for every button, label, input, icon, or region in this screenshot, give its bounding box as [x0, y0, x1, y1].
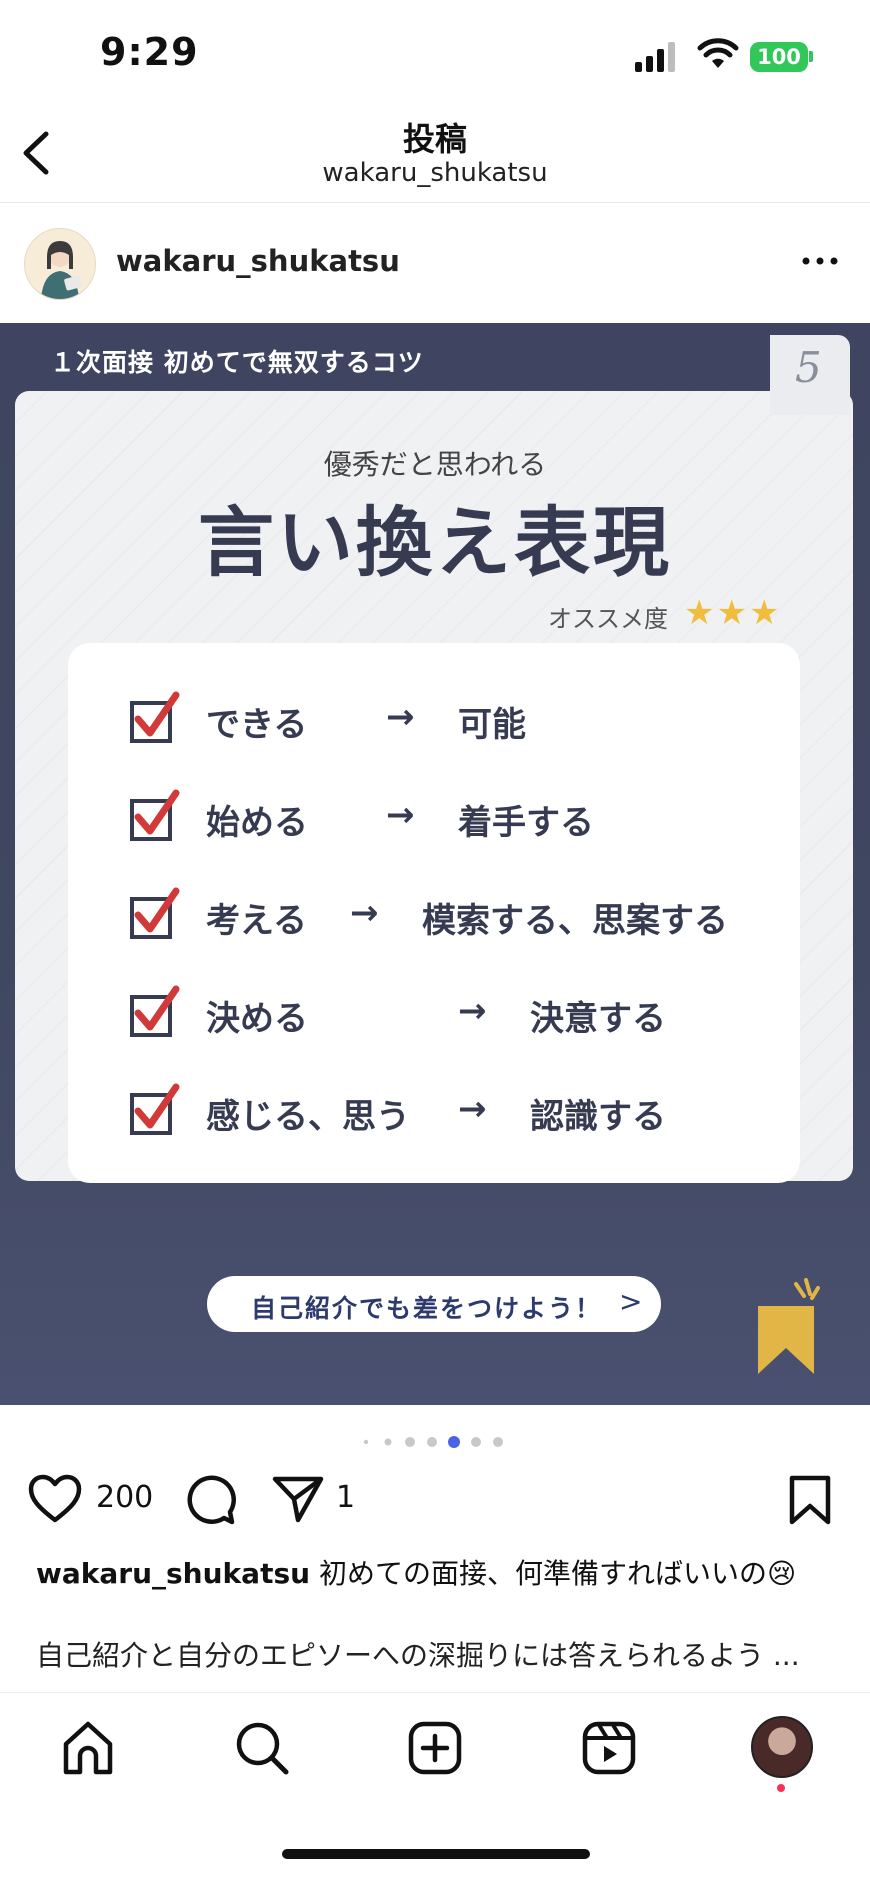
arrow-icon: →: [458, 991, 487, 1031]
caption: wakaru_shukatsu 初めての面接、何準備すればいいの😢: [36, 1552, 796, 1592]
battery-indicator: 100: [750, 42, 808, 72]
checkbox-checked-icon: [130, 691, 180, 743]
arrow-icon: →: [458, 1089, 487, 1129]
post-image[interactable]: １次面接 初めてで無双するコツ 5 優秀だと思われる 言い換え表現 オススメ度 …: [0, 323, 870, 1405]
carousel-dot: [471, 1437, 481, 1447]
save-bookmark-icon[interactable]: [788, 1474, 832, 1526]
like-heart-icon[interactable]: [28, 1474, 82, 1524]
item-to: 決意する: [530, 999, 666, 1039]
home-indicator: [282, 1849, 590, 1859]
item-from: 始める: [206, 803, 308, 843]
home-icon[interactable]: [58, 1718, 118, 1778]
recommend-label: オススメ度: [548, 605, 668, 633]
share-send-icon[interactable]: [272, 1474, 324, 1524]
search-icon[interactable]: [232, 1718, 292, 1778]
carousel-dot: [363, 1439, 369, 1445]
checkbox-checked-icon: [130, 1083, 180, 1135]
item-from: 考える: [206, 901, 307, 941]
more-options-icon[interactable]: [800, 246, 840, 276]
item-from: 感じる、思う: [206, 1097, 410, 1137]
profile-tab-avatar[interactable]: [751, 1716, 813, 1778]
carousel-dot: [427, 1437, 437, 1447]
create-post-icon[interactable]: [405, 1718, 465, 1778]
header-divider: [0, 202, 870, 203]
avatar-illustration-icon: [41, 241, 82, 299]
page-subtitle: wakaru_shukatsu: [322, 158, 548, 188]
caption-username[interactable]: wakaru_shukatsu: [36, 1557, 310, 1590]
item-to: 着手する: [458, 803, 594, 843]
post-title: 言い換え表現: [198, 498, 672, 587]
reels-icon[interactable]: [579, 1718, 639, 1778]
status-time: 9:29: [100, 30, 199, 74]
carousel-dot-active: [448, 1436, 460, 1448]
item-from: できる: [206, 705, 308, 745]
caption-second-line[interactable]: 自己紹介と自分のエピソーへの深掘りには答えられるよう ...: [36, 1634, 800, 1674]
cta-button[interactable]: 自己紹介でも差をつけよう！ >: [207, 1276, 661, 1332]
wifi-icon: [697, 38, 739, 68]
post-banner-text: １次面接 初めてで無双するコツ: [50, 348, 424, 377]
checkbox-checked-icon: [130, 985, 180, 1037]
carousel-dot: [405, 1437, 415, 1447]
arrow-icon: →: [386, 697, 415, 737]
expression-list: できる → 可能 始める → 着手する 考える → 模索する、思案する 決める …: [68, 643, 800, 1183]
share-count: 1: [336, 1480, 356, 1515]
recommend-stars: ★★★: [684, 593, 782, 633]
post-subtitle: 優秀だと思われる: [323, 448, 547, 481]
chevron-right-icon: >: [619, 1285, 643, 1318]
item-to: 認識する: [530, 1097, 666, 1137]
cta-label: 自己紹介でも差をつけよう！: [251, 1294, 603, 1323]
item-from: 決める: [206, 999, 308, 1039]
page-title: 投稿: [402, 120, 467, 158]
item-to: 模索する、思案する: [422, 901, 728, 941]
checkbox-checked-icon: [130, 887, 180, 939]
comment-icon[interactable]: [184, 1474, 236, 1526]
carousel-dot: [384, 1438, 392, 1446]
carousel-dot: [493, 1437, 503, 1447]
like-count[interactable]: 200: [96, 1480, 153, 1515]
battery-tip: [809, 51, 813, 62]
page-number: 5: [795, 343, 822, 392]
post-username[interactable]: wakaru_shukatsu: [116, 244, 400, 278]
carousel-dots: [363, 1436, 503, 1448]
cellular-signal-icon: [635, 42, 675, 72]
bookmark-decoration-icon: [758, 1278, 820, 1374]
caption-text: 初めての面接、何準備すればいいの😢: [310, 1557, 797, 1590]
avatar[interactable]: [24, 228, 96, 300]
tab-bar-divider: [0, 1692, 870, 1693]
checkbox-checked-icon: [130, 789, 180, 841]
item-to: 可能: [458, 705, 526, 745]
arrow-icon: →: [350, 893, 379, 933]
notification-dot: [777, 1784, 785, 1792]
arrow-icon: →: [386, 795, 415, 835]
